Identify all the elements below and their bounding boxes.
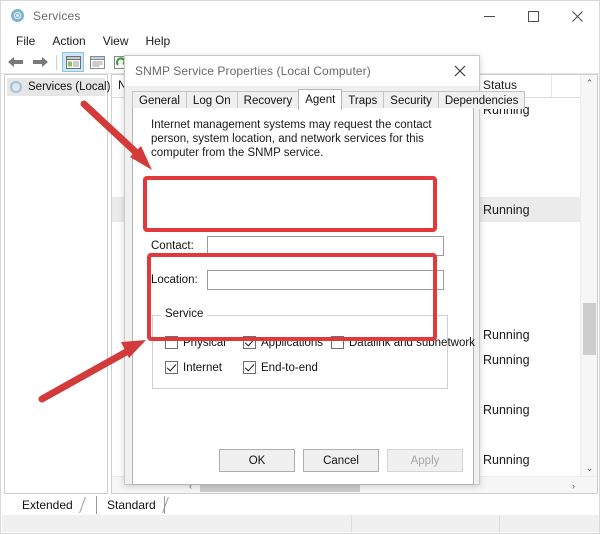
dialog-tab-recovery[interactable]: Recovery: [236, 91, 300, 109]
services-gear-icon: [10, 8, 26, 24]
cancel-button[interactable]: Cancel: [303, 449, 379, 472]
dialog-tab-label: Log On: [192, 94, 231, 107]
checkbox-internet-label: Internet: [183, 361, 222, 374]
snmp-service-properties-dialog: SNMP Service Properties (Local Computer)…: [124, 55, 526, 485]
services-node-icon: [10, 80, 23, 94]
menu-action[interactable]: Action: [44, 33, 94, 49]
dialog-tabstrip: General Log On Recovery Agent Traps Security D…: [132, 89, 526, 110]
dialog-tab-label: Traps: [348, 94, 378, 107]
menu-file[interactable]: File: [8, 33, 44, 49]
dialog-tab-general[interactable]: General: [132, 91, 187, 109]
checkbox-internet[interactable]: Internet: [165, 361, 243, 374]
ok-button[interactable]: OK: [219, 449, 295, 472]
dialog-tab-agent[interactable]: Agent: [298, 89, 343, 110]
close-button[interactable]: [555, 1, 599, 31]
service-groupbox-legend: Service: [161, 308, 208, 320]
sidebar-item-services-local[interactable]: Services (Local): [7, 78, 110, 96]
dialog-tab-label: General: [139, 94, 180, 107]
dialog-titlebar: SNMP Service Properties (Local Computer): [125, 56, 479, 86]
checkbox-physical-label: Physical: [183, 336, 226, 349]
toolbar-separator: [56, 54, 57, 70]
vertical-scrollbar[interactable]: ⌃ ⌄: [580, 75, 597, 477]
checkbox-datalink-label: Datalink and subnetwork: [349, 336, 475, 349]
dialog-tab-log-on[interactable]: Log On: [185, 91, 238, 109]
contact-input[interactable]: [207, 236, 444, 256]
agent-description-text: Internet management systems may request …: [151, 119, 432, 159]
view-tabs: Extended Standard: [4, 495, 598, 516]
checkbox-applications-box[interactable]: [243, 336, 256, 349]
checkbox-end-to-end-box[interactable]: [243, 361, 256, 374]
dialog-tab-security[interactable]: Security: [383, 91, 439, 109]
location-input[interactable]: [207, 270, 444, 290]
dialog-tab-traps[interactable]: Traps: [341, 91, 385, 109]
tab-extended-label: Extended: [22, 498, 73, 512]
dialog-tab-label: Agent: [305, 94, 336, 106]
service-groupbox: Service Physical Applications Datalink a…: [152, 308, 475, 389]
minimize-button[interactable]: [467, 1, 511, 31]
sidebar-item-label: Services (Local): [28, 81, 111, 93]
window-controls: [467, 1, 599, 31]
maximize-button[interactable]: [511, 1, 555, 31]
cell-service-status: Running: [483, 352, 530, 367]
checkbox-applications[interactable]: Applications: [243, 336, 331, 349]
status-segment-2: [352, 515, 500, 532]
properties-icon[interactable]: [86, 52, 108, 72]
window-titlebar: Services: [1, 1, 599, 31]
status-bar: [2, 515, 599, 532]
forward-arrow-icon[interactable]: [29, 52, 51, 72]
dialog-close-icon[interactable]: [441, 56, 479, 86]
menu-help[interactable]: Help: [138, 33, 180, 49]
status-segment-1: [2, 515, 352, 532]
scroll-down-icon[interactable]: ⌄: [581, 460, 597, 477]
menu-view[interactable]: View: [95, 33, 138, 49]
tab-divider: [161, 497, 169, 513]
contact-field-row: Contact:: [151, 236, 451, 256]
location-field-row: Location:: [151, 270, 451, 290]
checkbox-datalink-and-subnetwork[interactable]: Datalink and subnetwork: [331, 336, 481, 349]
dialog-tab-label: Dependencies: [444, 94, 519, 107]
checkbox-applications-label: Applications: [261, 336, 324, 349]
cell-service-status: Running: [483, 202, 530, 217]
dialog-tab-label: Security: [390, 94, 432, 107]
checkbox-end-to-end[interactable]: End-to-end: [243, 361, 331, 374]
status-segment-3: [500, 515, 599, 532]
checkbox-physical[interactable]: Physical: [165, 336, 243, 349]
window-title: Services: [33, 9, 81, 23]
dialog-tab-label: Recovery: [243, 94, 293, 107]
service-checkbox-row-2: Internet End-to-end: [165, 361, 331, 374]
show-console-tree-icon[interactable]: [62, 52, 84, 72]
cell-service-status: Running: [483, 452, 530, 467]
cell-service-status: Running: [483, 402, 530, 417]
dialog-tab-panel-agent: Internet management systems may request …: [132, 108, 475, 485]
checkbox-datalink-box[interactable]: [331, 336, 344, 349]
dialog-title: SNMP Service Properties (Local Computer): [135, 64, 371, 78]
scroll-right-icon[interactable]: ›: [565, 477, 582, 493]
checkbox-end-to-end-label: End-to-end: [261, 361, 318, 374]
checkbox-internet-box[interactable]: [165, 361, 178, 374]
tab-standard-label: Standard: [107, 498, 156, 512]
dialog-button-bar: OK Cancel Apply: [211, 449, 463, 472]
back-arrow-icon[interactable]: [5, 52, 27, 72]
contact-location-fields: Contact: Location:: [151, 236, 451, 304]
tab-extended[interactable]: Extended: [12, 496, 86, 514]
cell-service-status: Running: [483, 327, 530, 342]
location-label: Location:: [151, 274, 198, 286]
checkbox-physical-box[interactable]: [165, 336, 178, 349]
contact-label: Contact:: [151, 240, 194, 252]
dialog-tab-dependencies[interactable]: Dependencies: [437, 91, 526, 109]
scroll-up-icon[interactable]: ⌃: [581, 75, 597, 92]
tab-divider: [78, 497, 86, 513]
vertical-scrollbar-thumb[interactable]: [583, 303, 596, 355]
menu-bar: File Action View Help: [1, 31, 599, 51]
tab-standard[interactable]: Standard: [96, 496, 169, 514]
apply-button: Apply: [387, 449, 463, 472]
service-checkbox-row-1: Physical Applications Datalink and subne…: [165, 336, 481, 349]
console-tree-pane: Services (Local): [4, 74, 110, 494]
